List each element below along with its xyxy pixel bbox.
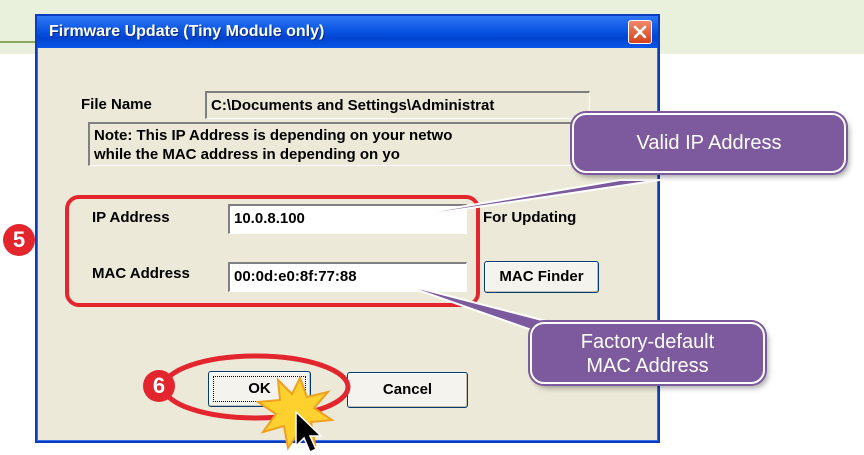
ip-mac-highlight-box (65, 195, 480, 307)
ok-button[interactable]: OK (208, 371, 311, 407)
note-line-2: while the MAC address in depending on yo (94, 146, 400, 163)
for-updating-label: For Updating (483, 209, 577, 226)
close-icon (633, 25, 647, 39)
dialog-title: Firmware Update (Tiny Module only) (49, 23, 325, 40)
step-5-badge: 5 (3, 224, 35, 256)
note-line-1: Note: This IP Address is depending on yo… (94, 127, 453, 144)
step-6-badge: 6 (143, 370, 175, 402)
file-name-field[interactable]: C:\Documents and Settings\Administrat (205, 91, 590, 119)
file-name-label: File Name (81, 96, 152, 113)
callout-valid-ip: Valid IP Address (572, 113, 846, 173)
close-button[interactable] (628, 20, 652, 44)
note-text: Note: This IP Address is depending on yo… (88, 122, 596, 166)
mac-finder-button[interactable]: MAC Finder (484, 261, 599, 293)
cancel-button[interactable]: Cancel (347, 372, 468, 408)
banner-accent-line (0, 41, 40, 43)
callout-mac-line-2: MAC Address (586, 355, 709, 377)
callout-factory-mac: Factory-default MAC Address (530, 322, 765, 384)
callout-mac-line-1: Factory-default (580, 331, 715, 353)
dialog-titlebar[interactable]: Firmware Update (Tiny Module only) (37, 16, 658, 48)
